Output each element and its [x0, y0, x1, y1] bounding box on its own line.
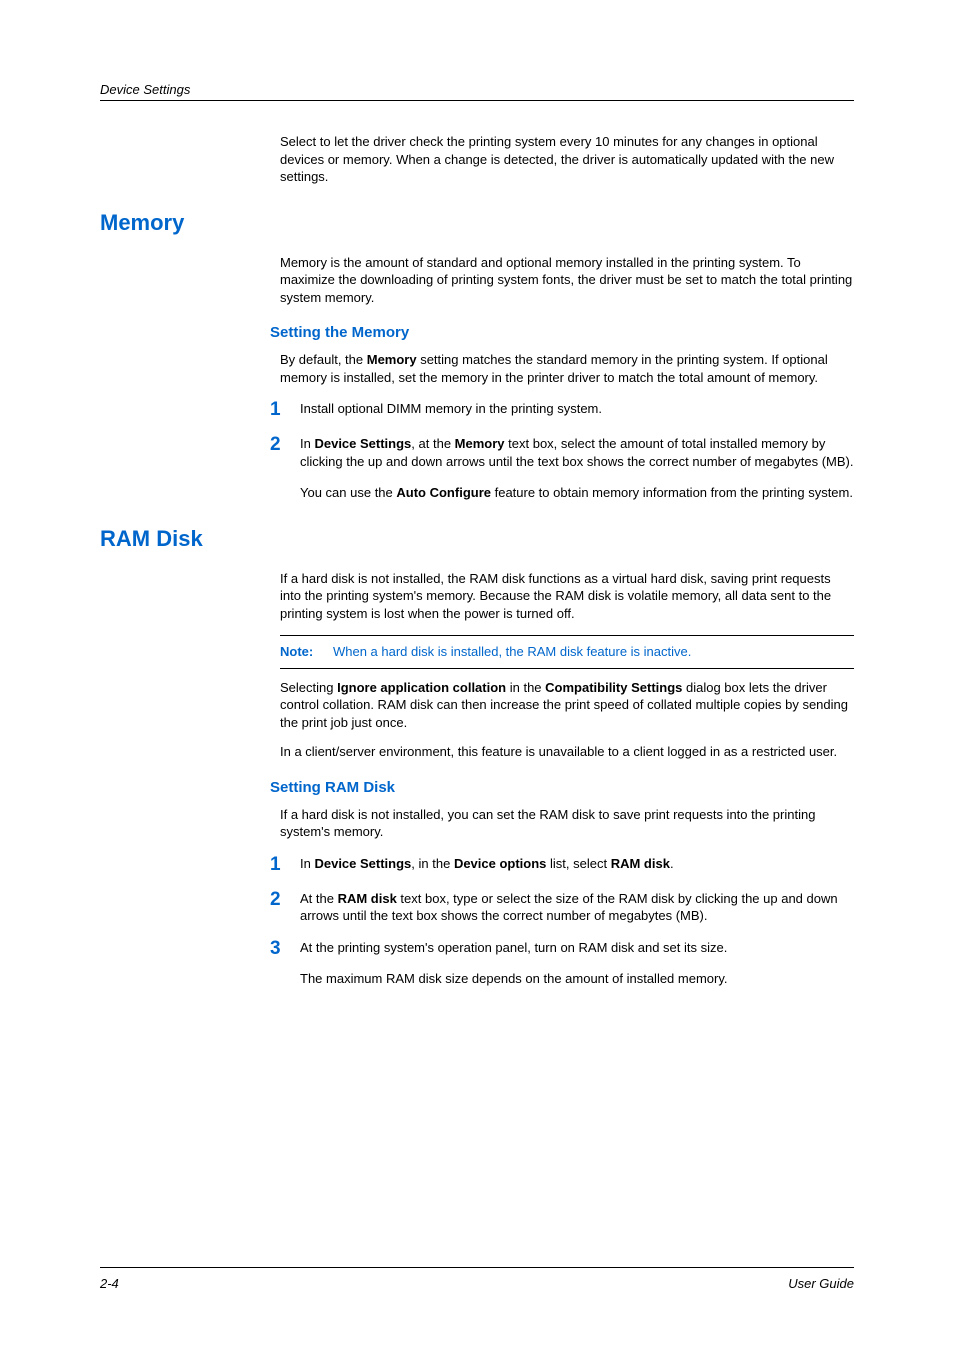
heading-setting-ram-disk: Setting RAM Disk	[270, 779, 854, 796]
step-text-extra: You can use the Auto Configure feature t…	[300, 484, 854, 502]
text: By default, the	[280, 352, 367, 367]
note-text: When a hard disk is installed, the RAM d…	[333, 644, 691, 659]
header-section-label: Device Settings	[100, 82, 854, 97]
note-box: Note: When a hard disk is installed, the…	[280, 635, 854, 669]
text: , in the	[411, 856, 454, 871]
step-number: 1	[270, 400, 300, 421]
text-bold: Ignore application collation	[337, 680, 506, 695]
text-bold: Auto Configure	[396, 485, 491, 500]
ram-para-2: Selecting Ignore application collation i…	[280, 679, 854, 732]
step-text: Install optional DIMM memory in the prin…	[300, 400, 854, 421]
text-bold: Compatibility Settings	[545, 680, 682, 695]
text: in the	[506, 680, 545, 695]
footer-label: User Guide	[788, 1276, 854, 1291]
step-number: 2	[270, 435, 300, 502]
ram-intro: If a hard disk is not installed, the RAM…	[280, 570, 854, 623]
text-bold: RAM disk	[338, 891, 397, 906]
text: In	[300, 436, 314, 451]
ram-step-3: 3 At the printing system's operation pan…	[270, 939, 854, 988]
text: , at the	[411, 436, 454, 451]
text: At the	[300, 891, 338, 906]
heading-ram-disk: RAM Disk	[100, 526, 854, 552]
memory-step-1: 1 Install optional DIMM memory in the pr…	[270, 400, 854, 421]
text: Selecting	[280, 680, 337, 695]
note-spacer	[318, 644, 329, 659]
heading-setting-memory: Setting the Memory	[270, 324, 854, 341]
header-divider	[100, 100, 854, 101]
note-label: Note:	[280, 644, 313, 659]
text: You can use the	[300, 485, 396, 500]
memory-setting-intro: By default, the Memory setting matches t…	[280, 351, 854, 386]
step-text-line: At the printing system's operation panel…	[300, 939, 854, 957]
step-number: 2	[270, 890, 300, 925]
ram-step-2: 2 At the RAM disk text box, type or sele…	[270, 890, 854, 925]
ram-para-3: In a client/server environment, this fea…	[280, 743, 854, 761]
step-text: In Device Settings, at the Memory text b…	[300, 435, 854, 502]
text-bold: Device options	[454, 856, 546, 871]
step-number: 3	[270, 939, 300, 988]
text: .	[670, 856, 674, 871]
step-text: At the printing system's operation panel…	[300, 939, 854, 988]
memory-step-2: 2 In Device Settings, at the Memory text…	[270, 435, 854, 502]
text: In	[300, 856, 314, 871]
step-text-extra: The maximum RAM disk size depends on the…	[300, 970, 854, 988]
step-text: At the RAM disk text box, type or select…	[300, 890, 854, 925]
footer-page-number: 2-4	[100, 1276, 119, 1291]
text-bold: RAM disk	[611, 856, 670, 871]
footer-spacer	[100, 1002, 854, 1082]
ram-setting-intro: If a hard disk is not installed, you can…	[280, 806, 854, 841]
ram-step-1: 1 In Device Settings, in the Device opti…	[270, 855, 854, 876]
text-bold: Memory	[367, 352, 417, 367]
step-number: 1	[270, 855, 300, 876]
page-footer: 2-4 User Guide	[100, 1267, 854, 1291]
text: feature to obtain memory information fro…	[491, 485, 853, 500]
intro-paragraph: Select to let the driver check the print…	[280, 133, 854, 186]
page-header: Device Settings	[100, 82, 854, 101]
text: list, select	[546, 856, 610, 871]
heading-memory: Memory	[100, 210, 854, 236]
memory-intro: Memory is the amount of standard and opt…	[280, 254, 854, 307]
text-bold: Memory	[455, 436, 505, 451]
step-text-line: In Device Settings, at the Memory text b…	[300, 435, 854, 470]
text-bold: Device Settings	[314, 436, 411, 451]
text-bold: Device Settings	[314, 856, 411, 871]
step-text: In Device Settings, in the Device option…	[300, 855, 854, 876]
